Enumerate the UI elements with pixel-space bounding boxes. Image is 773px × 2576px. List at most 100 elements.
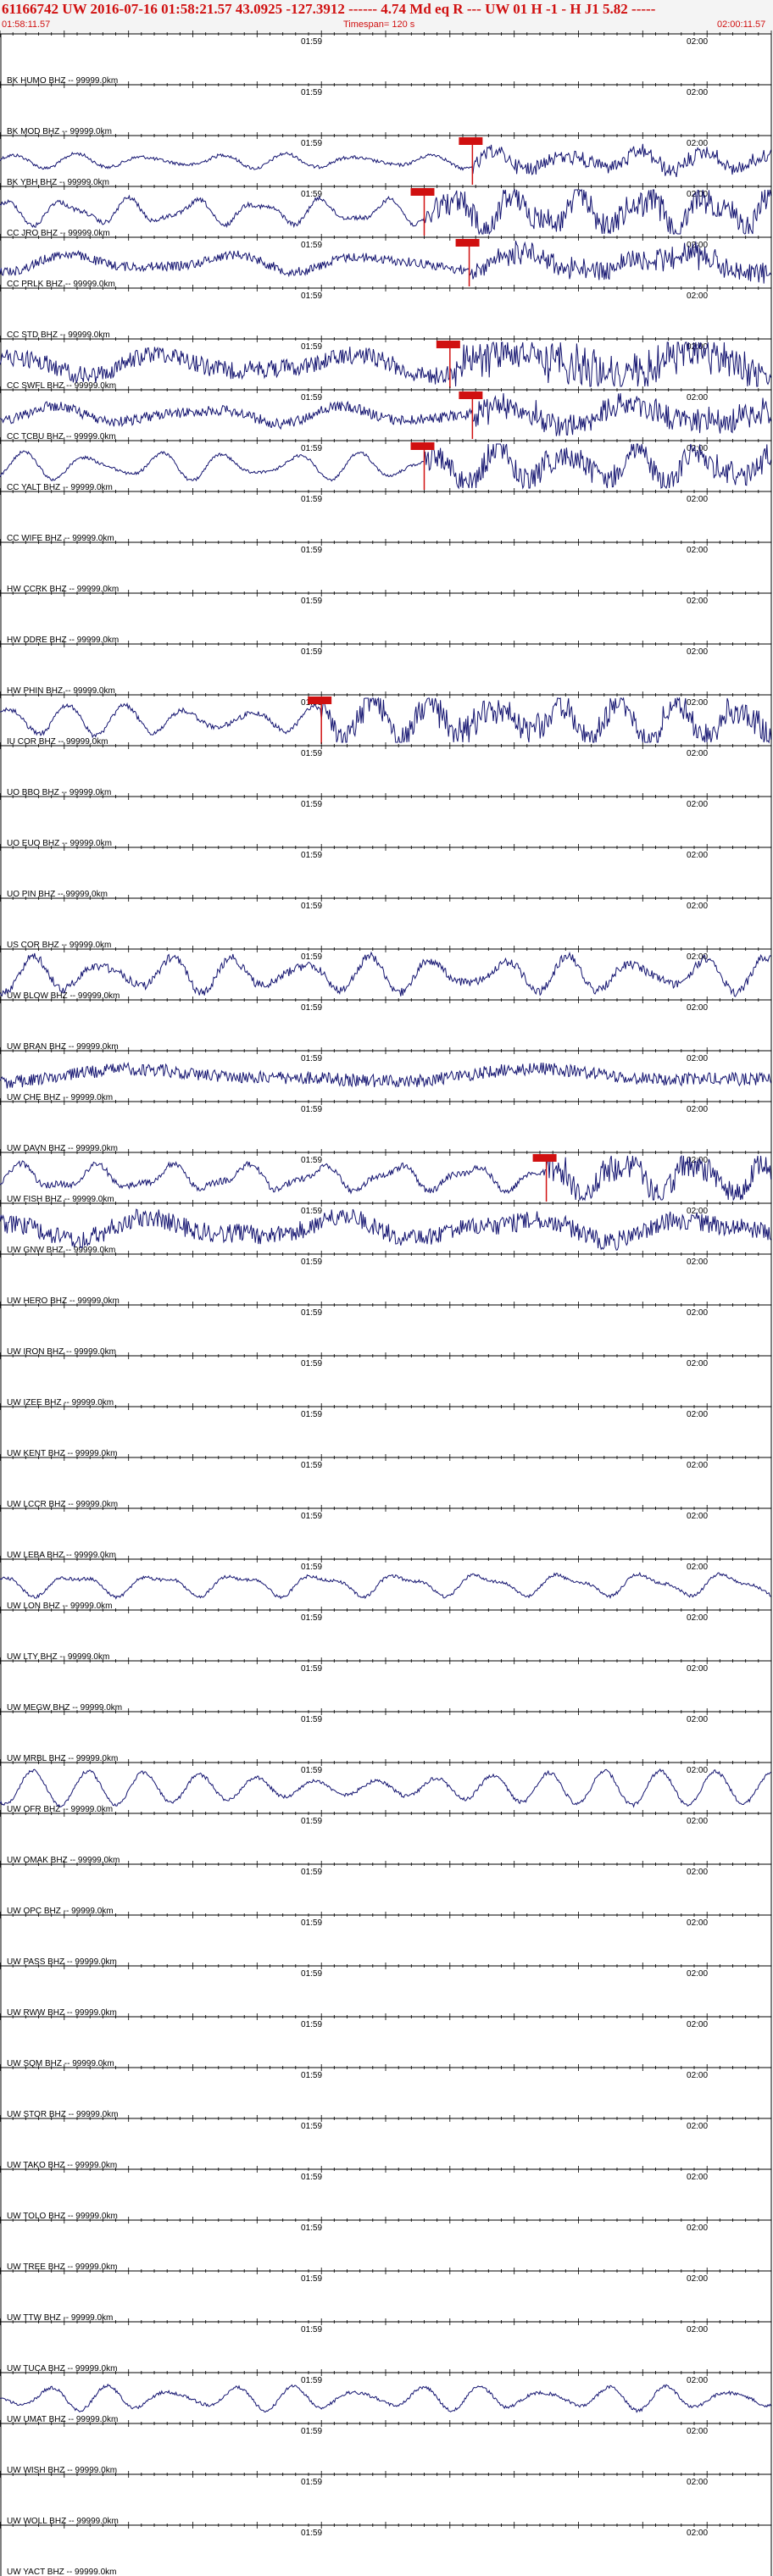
trace-panel: 01:59 02:00 UW TAKO BHZ -- 99999.0km (0, 2115, 772, 2170)
time-tick-label: 01:59 (301, 952, 322, 962)
trace-panel: 01:59 02:00 UW IZEE BHZ -- 99999.0km (0, 1352, 772, 1407)
waveform (0, 697, 772, 744)
pick-flag (308, 697, 332, 704)
waveform (0, 2383, 772, 2413)
station-label: UW LCCR BHZ -- 99999.0km (7, 1500, 118, 1509)
time-tick-label: 01:59 (301, 1766, 322, 1775)
station-label: BK MOD BHZ -- 99999.0km (7, 127, 112, 136)
trace-panel: 01:59 02:00 UW IRON BHZ -- 99999.0km (0, 1302, 772, 1357)
time-tick-label: 01:59 (301, 2325, 322, 2334)
time-tick-label: 01:59 (301, 800, 322, 809)
station-label: UW OPC BHZ -- 99999.0km (7, 1907, 114, 1916)
time-ticks (0, 31, 772, 37)
time-ticks (0, 1200, 772, 1207)
trace-panel: 01:59 02:00 UW LTY BHZ -- 99999.0km (0, 1607, 772, 1662)
pick-flag (459, 391, 483, 399)
time-tick-label: 02:00 (687, 749, 708, 758)
time-tick-label: 01:59 (301, 291, 322, 301)
pick-flag (436, 341, 460, 348)
time-ticks (0, 1657, 772, 1664)
station-label: HW DDRE BHZ -- 99999.0km (7, 636, 119, 645)
trace-panel: 01:59 02:00UW OMAK BHZ -- 99999.0km (0, 1810, 772, 1865)
time-tick-label: 01:59 (301, 2376, 322, 2385)
trace-panel: 01:59 02:00CC JRO BHZ -- 99999.0km (0, 183, 772, 238)
time-tick-label: 02:00 (687, 1715, 708, 1724)
trace-panel: 01:59 02:00CC PRLK BHZ -- 99999.0km (0, 234, 772, 289)
trace-panel: 01:59 02:00 BK MOD BHZ -- 99999.0km (0, 81, 772, 136)
trace-panel: 01:59 02:00 HW DDRE BHZ -- 99999.0km (0, 590, 772, 645)
time-tick-label: 01:59 (301, 342, 322, 352)
trace-panel: 01:5902:00IU COR BHZ -- 99999.0km (0, 691, 772, 747)
time-ticks (0, 132, 772, 139)
time-tick-label: 01:59 (301, 1105, 322, 1114)
time-ticks (0, 2318, 772, 2325)
station-label: UW WOLL BHZ -- 99999.0km (7, 2517, 119, 2526)
waveform (0, 1154, 772, 1202)
trace-panel: 01:59 02:00CC YALT BHZ -- 99999.0km (0, 437, 772, 492)
station-label: BK YBH BHZ -- 99999.0km (7, 178, 109, 187)
station-label: UW HERO BHZ -- 99999.0km (7, 1296, 120, 1306)
time-tick-label: 01:59 (301, 2223, 322, 2233)
station-label: UW SQM BHZ -- 99999.0km (7, 2059, 114, 2068)
trace-panel: 01:59 02:00 UW WOLL BHZ -- 99999.0km (0, 2471, 772, 2526)
time-tick-label: 01:59 (301, 444, 322, 453)
trace-panel: 01:59 02:00 UW TTW BHZ -- 99999.0km (0, 2268, 772, 2323)
time-tick-label: 01:59 (301, 1308, 322, 1318)
trace-panel: 01:59 02:00 UW PASS BHZ -- 99999.0km (0, 1912, 772, 1967)
trace-panel: 01:59 02:00UW FISH BHZ -- 99999.0km (0, 1149, 772, 1204)
station-label: IU COR BHZ -- 99999.0km (7, 737, 108, 747)
time-tick-label: 02:00 (687, 2325, 708, 2334)
time-tick-label: 01:59 (301, 2529, 322, 2538)
trace-panel: 01:59 02:00 BK HUMO BHZ -- 99999.0km (0, 31, 772, 86)
time-tick-label: 01:59 (301, 2427, 322, 2436)
time-tick-label: 01:59 (301, 393, 322, 402)
time-tick-label: 02:00 (687, 2020, 708, 2029)
time-tick-label: 01:59 (301, 749, 322, 758)
trace-panel: 01:59 02:00 UW MRBL BHZ -- 99999.0km (0, 1708, 772, 1763)
time-tick-label: 02:00 (687, 698, 708, 708)
time-tick-label: 02:00 (687, 902, 708, 911)
time-tick-label: 02:00 (687, 1613, 708, 1623)
trace-panel: 01:59 02:00 CC SWFL BHZ -- 99999.0km (0, 336, 772, 391)
time-tick-label: 01:59 (301, 1461, 322, 1470)
trace-panel: 01:59 02:00 UW KENT BHZ -- 99999.0km (0, 1403, 772, 1458)
trace-panel: 01:59 02:00UW MEGW BHZ -- 99999.0km (0, 1657, 772, 1713)
station-label: CC JRO BHZ -- 99999.0km (7, 229, 110, 238)
trace-panel: 01:59 02:00 UW DAVN BHZ -- 99999.0km (0, 1098, 772, 1153)
trace-panel: 01:59 02:00 UW SQM BHZ -- 99999.0km (0, 2013, 772, 2068)
time-tick-label: 02:00 (687, 1766, 708, 1775)
time-tick-label: 02:00 (687, 800, 708, 809)
time-tick-label: 02:00 (687, 1868, 708, 1877)
time-tick-label: 01:59 (301, 1969, 322, 1979)
station-label: HW CCRK BHZ -- 99999.0km (7, 585, 119, 594)
time-ticks (0, 691, 772, 698)
time-tick-label: 01:59 (301, 1054, 322, 1063)
time-tick-label: 02:00 (687, 1359, 708, 1368)
trace-panel: 01:59 02:00 UO EUO BHZ -- 99999.0km (0, 793, 772, 848)
time-ticks (0, 234, 772, 241)
time-tick-label: 01:59 (301, 2173, 322, 2182)
station-label: UW TOLO BHZ -- 99999.0km (7, 2212, 118, 2221)
pick-flag (455, 239, 480, 247)
station-label: UW IRON BHZ -- 99999.0km (7, 1347, 116, 1357)
trace-panel: 01:59 02:00 CC STD BHZ -- 99999.0km (0, 285, 772, 340)
station-label: BK HUMO BHZ -- 99999.0km (7, 76, 118, 86)
station-label: HW PHIN BHZ -- 99999.0km (7, 686, 115, 696)
time-tick-label: 02:00 (687, 37, 708, 47)
time-tick-label: 02:00 (687, 1105, 708, 1114)
time-tick-label: 02:00 (687, 1969, 708, 1979)
time-tick-label: 01:59 (301, 1563, 322, 1572)
time-tick-label: 02:00 (687, 1257, 708, 1267)
time-tick-label: 01:59 (301, 37, 322, 47)
station-label: UO BBO BHZ -- 99999.0km (7, 788, 111, 797)
pick-flag (459, 137, 483, 145)
station-label: CC STD BHZ -- 99999.0km (7, 330, 110, 340)
station-label: UW TTW BHZ -- 99999.0km (7, 2313, 113, 2323)
time-tick-label: 01:59 (301, 546, 322, 555)
waveform (0, 392, 772, 436)
time-ticks (0, 336, 772, 342)
time-ticks (0, 946, 772, 952)
trace-panel: 01:59 02:00 UW HERO BHZ -- 99999.0km (0, 1251, 772, 1306)
station-label: UW PASS BHZ -- 99999.0km (7, 1957, 117, 1967)
time-tick-label: 02:00 (687, 139, 708, 148)
